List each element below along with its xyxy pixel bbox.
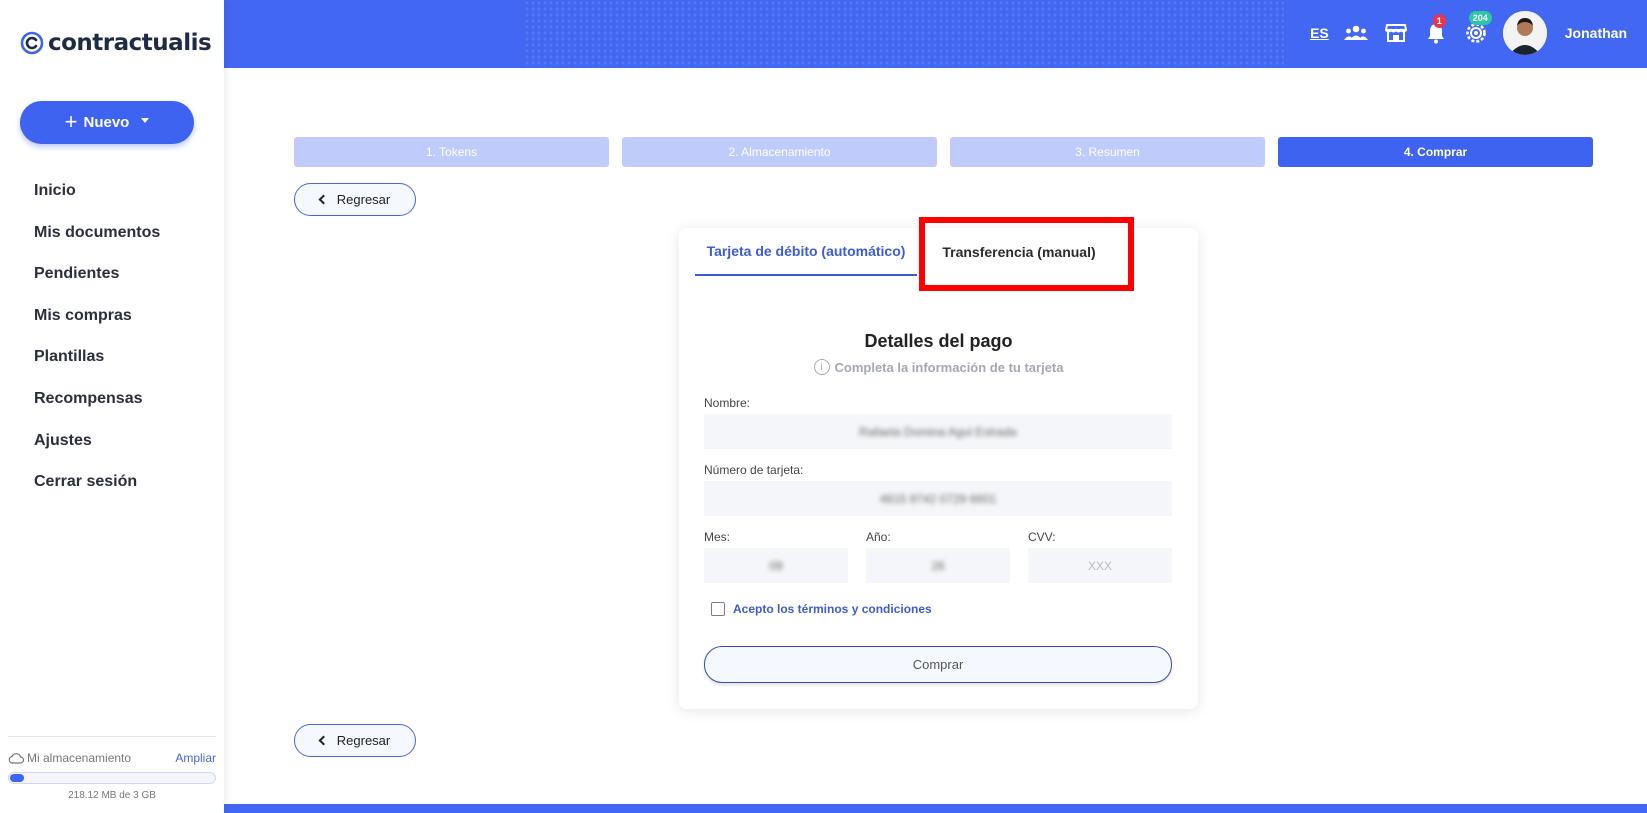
header-actions: ES 1 204 Jonathan xyxy=(1310,10,1627,56)
buy-button[interactable]: Comprar xyxy=(704,646,1172,683)
year-input[interactable]: 26 xyxy=(866,548,1010,583)
footer-bar xyxy=(224,804,1647,813)
card-number-value: 4815 9742 0729 6601 xyxy=(879,491,997,506)
sidebar-item-recompensas[interactable]: Recompensas xyxy=(34,378,160,420)
chevron-left-icon xyxy=(318,194,329,205)
sidebar-item-ajustes[interactable]: Ajustes xyxy=(34,420,160,462)
step-resumen[interactable]: 3. Resumen xyxy=(950,137,1265,167)
step-almacenamiento[interactable]: 2. Almacenamiento xyxy=(622,137,937,167)
sidebar-item-cerrar-sesion[interactable]: Cerrar sesión xyxy=(34,461,160,503)
app-root: contractualis + Nuevo Inicio Mis documen… xyxy=(0,0,1647,813)
name-label: Nombre: xyxy=(704,396,751,410)
terms-row[interactable]: Acepto los términos y condiciones xyxy=(711,602,932,616)
storage-progress-fill xyxy=(10,774,24,782)
caret-down-icon xyxy=(141,118,150,123)
brand-logo[interactable]: contractualis xyxy=(20,30,212,56)
step-tokens[interactable]: 1. Tokens xyxy=(294,137,609,167)
gear-icon[interactable]: 204 xyxy=(1463,11,1492,46)
new-button[interactable]: + Nuevo xyxy=(20,101,194,144)
info-icon: i xyxy=(813,359,830,375)
card-number-input[interactable]: 4815 9742 0729 6601 xyxy=(704,481,1172,516)
header-map-pattern xyxy=(524,0,1284,68)
back-button-label: Regresar xyxy=(336,733,391,748)
sidebar-item-plantillas[interactable]: Plantillas xyxy=(34,336,160,378)
language-selector[interactable]: ES xyxy=(1310,25,1329,41)
payment-subtitle: i Completa la información de tu tarjeta xyxy=(679,359,1198,375)
year-label: Año: xyxy=(866,530,891,544)
name-value: Rafaela Domina Agul Estrada xyxy=(859,424,1017,439)
card-number-label: Número de tarjeta: xyxy=(704,463,804,477)
tab-debit-card[interactable]: Tarjeta de débito (automático) xyxy=(695,228,917,276)
sidebar-item-mis-documentos[interactable]: Mis documentos xyxy=(34,212,160,254)
storage-progress-bar xyxy=(8,772,216,784)
payment-subtitle-text: Completa la información de tu tarjeta xyxy=(834,359,1064,375)
brand-name: contractualis xyxy=(48,30,212,56)
month-label: Mes: xyxy=(704,530,731,544)
storage-usage-text: 218.12 MB de 3 GB xyxy=(68,790,156,801)
chevron-left-icon xyxy=(318,735,329,746)
name-input[interactable]: Rafaela Domina Agul Estrada xyxy=(704,414,1172,449)
brand-logo-icon xyxy=(20,31,44,55)
users-icon[interactable] xyxy=(1343,20,1369,46)
sidebar-item-inicio[interactable]: Inicio xyxy=(34,170,160,212)
month-value: 09 xyxy=(769,558,783,573)
plus-icon: + xyxy=(64,108,78,134)
back-button-top[interactable]: Regresar xyxy=(294,183,416,216)
step-comprar[interactable]: 4. Comprar xyxy=(1278,137,1593,167)
notifications-bell-icon[interactable]: 1 xyxy=(1423,14,1449,46)
payment-card: Tarjeta de débito (automático) Transfere… xyxy=(679,228,1198,709)
cvv-label: CVV: xyxy=(1028,530,1056,544)
cloud-icon xyxy=(8,753,24,764)
sidebar-item-mis-compras[interactable]: Mis compras xyxy=(34,295,160,337)
tab-transfer[interactable]: Transferencia (manual) xyxy=(919,228,1119,276)
storage-label: Mi almacenamiento xyxy=(27,751,132,765)
settings-badge: 204 xyxy=(1468,11,1492,25)
sidebar-item-pendientes[interactable]: Pendientes xyxy=(34,253,160,295)
storage-widget: Mi almacenamiento Ampliar 218.12 MB de 3… xyxy=(8,736,216,801)
store-icon[interactable] xyxy=(1383,20,1409,46)
sidebar: contractualis + Nuevo Inicio Mis documen… xyxy=(0,0,224,813)
storage-label-group: Mi almacenamiento xyxy=(8,751,131,765)
sidebar-nav: Inicio Mis documentos Pendientes Mis com… xyxy=(34,170,160,503)
user-name[interactable]: Jonathan xyxy=(1565,25,1627,41)
user-avatar[interactable] xyxy=(1502,11,1547,55)
storage-upgrade-link[interactable]: Ampliar xyxy=(175,751,216,765)
notifications-badge: 1 xyxy=(1432,14,1446,28)
cvv-input[interactable]: XXX xyxy=(1028,548,1172,583)
month-input[interactable]: 09 xyxy=(704,548,848,583)
terms-checkbox[interactable] xyxy=(711,602,725,616)
terms-label[interactable]: Acepto los términos y condiciones xyxy=(733,602,932,616)
top-header: ES 1 204 Jonathan xyxy=(224,0,1647,68)
new-button-label: Nuevo xyxy=(83,114,130,131)
cvv-placeholder: XXX xyxy=(1087,558,1112,573)
back-button-label: Regresar xyxy=(336,192,391,207)
back-button-bottom[interactable]: Regresar xyxy=(294,724,416,757)
payment-title: Detalles del pago xyxy=(864,331,1013,351)
year-value: 26 xyxy=(931,558,945,573)
